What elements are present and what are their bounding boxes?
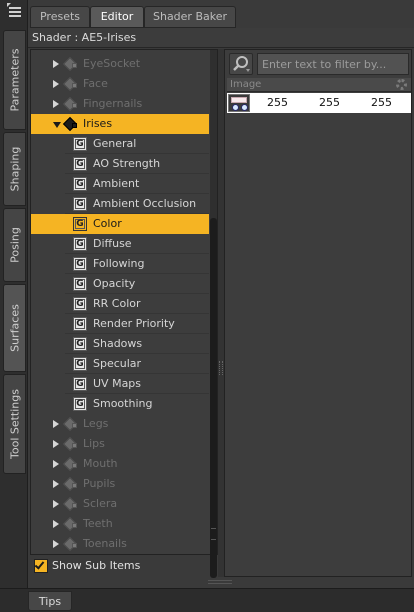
tree-property-item[interactable]: G RR Color xyxy=(31,294,209,314)
tree-property-item-selected[interactable]: G Color xyxy=(31,214,209,234)
surface-group-icon xyxy=(62,56,78,72)
tree-folder-selected[interactable]: Irises xyxy=(31,114,209,134)
tab-parameters[interactable]: Parameters xyxy=(3,30,26,130)
tree-folder[interactable]: EyeSocket xyxy=(31,54,209,74)
tree-folder[interactable]: Fingernails xyxy=(31,94,209,114)
red-value[interactable]: 255 xyxy=(267,93,288,113)
scrollbar-thumb[interactable] xyxy=(210,218,217,578)
property-group-icon: G xyxy=(73,377,87,391)
tab-posing[interactable]: Posing xyxy=(3,208,26,282)
tree-folder[interactable]: Legs xyxy=(31,414,209,434)
expand-arrow-icon[interactable] xyxy=(53,80,59,88)
property-group-icon: G xyxy=(73,217,87,231)
surface-group-icon xyxy=(62,476,78,492)
splitter-grip-icon xyxy=(219,361,223,375)
tree-folder[interactable]: Sclera xyxy=(31,494,209,514)
surface-group-icon xyxy=(62,496,78,512)
property-group-icon: G xyxy=(73,357,87,371)
tree-folder[interactable]: Pupils xyxy=(31,474,209,494)
expand-arrow-icon[interactable] xyxy=(53,60,59,68)
shader-title: Shader : AE5-Irises xyxy=(28,28,414,48)
expand-arrow-icon[interactable] xyxy=(53,540,59,548)
property-group-icon: G xyxy=(73,337,87,351)
tree-folder[interactable]: Lips xyxy=(31,434,209,454)
gear-icon[interactable] xyxy=(396,79,407,90)
tree-property-item[interactable]: G General xyxy=(31,134,209,154)
expand-arrow-icon[interactable] xyxy=(53,520,59,528)
color-value-row[interactable]: 255 255 255 xyxy=(227,93,411,113)
surface-group-icon xyxy=(62,516,78,532)
show-sub-items-label: Show Sub Items xyxy=(52,559,141,572)
tree-property-item[interactable]: G Specular xyxy=(31,354,209,374)
property-group-icon: G xyxy=(73,297,87,311)
surface-tree: EyeSocket Face Fingernails Irises G Gener… xyxy=(31,50,209,554)
tree-property-item[interactable]: G Following xyxy=(31,254,209,274)
property-group-icon: G xyxy=(73,137,87,151)
search-icon xyxy=(233,56,250,72)
tree-property-item[interactable]: G Ambient Occlusion xyxy=(31,194,209,214)
tree-property-item[interactable]: G Diffuse xyxy=(31,234,209,254)
bottom-bar: Tips xyxy=(0,588,414,612)
blue-value[interactable]: 255 xyxy=(371,93,392,113)
property-group-icon: G xyxy=(73,237,87,251)
collapse-arrow-icon[interactable] xyxy=(53,122,61,128)
tab-presets[interactable]: Presets xyxy=(30,6,90,28)
expand-arrow-icon[interactable] xyxy=(53,100,59,108)
property-header: Image xyxy=(227,78,411,92)
property-group-icon: G xyxy=(73,157,87,171)
surface-group-icon xyxy=(62,436,78,452)
resize-grip-icon[interactable] xyxy=(208,580,232,584)
tree-property-item[interactable]: G AO Strength xyxy=(31,154,209,174)
tree-property-item[interactable]: G Opacity xyxy=(31,274,209,294)
tree-property-item[interactable]: G UV Maps xyxy=(31,374,209,394)
tab-surfaces[interactable]: Surfaces xyxy=(3,284,26,372)
surface-group-icon xyxy=(62,116,78,132)
scrollbar-grip-icon xyxy=(211,528,216,540)
property-header-label: Image xyxy=(230,79,262,90)
property-group-icon: G xyxy=(73,397,87,411)
tree-folder[interactable]: Toenails xyxy=(31,534,209,554)
expand-arrow-icon[interactable] xyxy=(53,440,59,448)
tree-property-item[interactable]: G Ambient xyxy=(31,174,209,194)
tree-property-item[interactable]: G Shadows xyxy=(31,334,209,354)
menu-icon[interactable] xyxy=(4,2,24,20)
surface-group-icon xyxy=(62,96,78,112)
tab-tips[interactable]: Tips xyxy=(28,591,72,611)
checkmark-icon xyxy=(34,559,45,570)
surface-tree-panel: EyeSocket Face Fingernails Irises G Gener… xyxy=(30,49,218,578)
surface-group-icon xyxy=(62,536,78,552)
tab-tool-settings[interactable]: Tool Settings xyxy=(3,374,26,474)
tab-editor[interactable]: Editor xyxy=(90,6,144,28)
surface-group-icon xyxy=(62,76,78,92)
tree-property-item[interactable]: G Smoothing xyxy=(31,394,209,414)
property-panel: Image 255 255 255 xyxy=(224,49,412,577)
show-sub-items[interactable]: Show Sub Items xyxy=(30,556,218,576)
surface-group-icon xyxy=(62,416,78,432)
green-value[interactable]: 255 xyxy=(319,93,340,113)
expand-arrow-icon[interactable] xyxy=(53,500,59,508)
search-button[interactable] xyxy=(229,53,253,75)
property-group-icon: G xyxy=(73,197,87,211)
tree-folder[interactable]: Teeth xyxy=(31,514,209,534)
tree-property-item[interactable]: G Render Priority xyxy=(31,314,209,334)
tree-folder[interactable]: Face xyxy=(31,74,209,94)
tree-scrollbar[interactable] xyxy=(210,50,217,578)
top-tab-bar: Presets Editor Shader Baker xyxy=(28,6,414,28)
image-thumbnail[interactable] xyxy=(228,94,250,112)
tab-shaping[interactable]: Shaping xyxy=(3,132,26,206)
property-group-icon: G xyxy=(73,177,87,191)
property-group-icon: G xyxy=(73,277,87,291)
filter-search-input[interactable] xyxy=(257,53,409,75)
tree-folder[interactable]: Mouth xyxy=(31,454,209,474)
expand-arrow-icon[interactable] xyxy=(53,420,59,428)
property-group-icon: G xyxy=(73,257,87,271)
show-sub-items-checkbox[interactable] xyxy=(34,559,48,573)
expand-arrow-icon[interactable] xyxy=(53,480,59,488)
expand-arrow-icon[interactable] xyxy=(53,460,59,468)
property-group-icon: G xyxy=(73,317,87,331)
tab-shader-baker[interactable]: Shader Baker xyxy=(144,6,236,28)
surface-group-icon xyxy=(62,456,78,472)
left-tab-strip: Parameters Shaping Posing Surfaces Tool … xyxy=(0,0,28,590)
